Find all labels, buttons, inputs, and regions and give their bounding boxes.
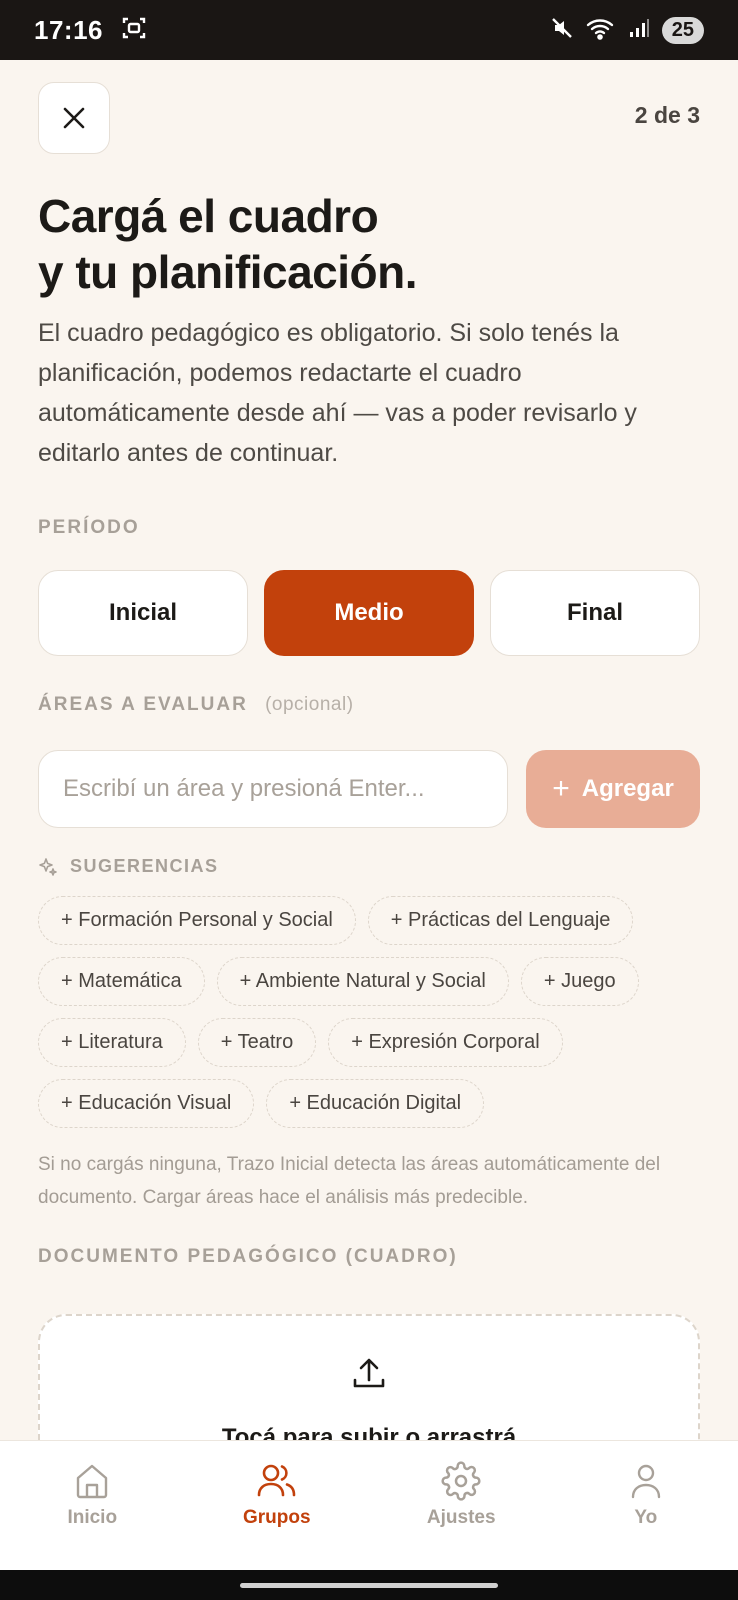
close-icon xyxy=(63,107,85,129)
suggestion-chip[interactable]: + Prácticas del Lenguaje xyxy=(367,896,634,945)
bottom-tab-bar: Inicio Grupos Ajustes Yo xyxy=(0,1440,738,1570)
plus-icon: + xyxy=(552,772,570,805)
signal-icon xyxy=(628,17,650,44)
period-option-medio[interactable]: Medio xyxy=(264,570,474,656)
title-line-1: Cargá el cuadro xyxy=(38,190,379,242)
user-icon xyxy=(631,1464,660,1499)
tab-label: Ajustes xyxy=(426,1507,496,1528)
main-content: 2 de 3 Cargá el cuadro y tu planificació… xyxy=(0,60,738,1440)
upload-dropzone[interactable]: Tocá para subir o arrastrá xyxy=(38,1314,700,1440)
tab-grupos[interactable]: Grupos xyxy=(185,1441,370,1570)
tab-label: Grupos xyxy=(242,1507,311,1528)
areas-optional-text: (opcional) xyxy=(265,694,354,715)
status-time: 17:16 xyxy=(34,14,103,45)
suggestions-label-text: SUGERENCIAS xyxy=(70,856,219,876)
suggestions-label: SUGERENCIAS xyxy=(38,856,219,877)
home-icon xyxy=(77,1464,108,1499)
upload-icon xyxy=(353,1358,385,1388)
home-gesture-bar[interactable] xyxy=(240,1583,498,1588)
upload-text: Tocá para subir o arrastrá xyxy=(221,1424,517,1440)
step-indicator: 2 de 3 xyxy=(634,102,700,128)
wifi-icon xyxy=(586,16,616,45)
tab-yo[interactable]: Yo xyxy=(554,1441,738,1570)
screenshot-icon xyxy=(121,15,147,46)
mute-icon xyxy=(550,16,574,45)
suggestion-chip[interactable]: + Formación Personal y Social xyxy=(38,896,356,945)
suggestion-chip[interactable]: + Educación Visual xyxy=(38,1079,255,1128)
period-option-inicial[interactable]: Inicial xyxy=(38,570,248,656)
tab-label: Inicio xyxy=(67,1507,118,1528)
tab-inicio[interactable]: Inicio xyxy=(0,1441,185,1570)
period-label: PERÍODO xyxy=(38,517,140,538)
suggestion-chip[interactable]: + Educación Digital xyxy=(266,1079,485,1128)
gear-icon xyxy=(441,1461,481,1501)
page-title: Cargá el cuadro y tu planificación. xyxy=(38,188,418,300)
period-selector: Inicial Medio Final xyxy=(38,570,700,656)
areas-label: ÁREAS A EVALUAR (opcional) xyxy=(38,694,354,716)
areas-hint: Si no cargás ninguna, Trazo Inicial dete… xyxy=(38,1154,661,1208)
page-description: El cuadro pedagógico es obligatorio. Si … xyxy=(38,319,637,467)
suggestion-chips: + Formación Personal y Social + Práctica… xyxy=(38,896,710,1128)
battery-indicator: 25 xyxy=(661,16,704,44)
add-area-label: Agregar xyxy=(581,775,674,802)
suggestion-chip[interactable]: + Ambiente Natural y Social xyxy=(216,957,509,1006)
close-button[interactable] xyxy=(38,82,110,154)
period-option-final[interactable]: Final xyxy=(490,570,700,656)
areas-label-text: ÁREAS A EVALUAR xyxy=(38,694,248,715)
document-label: DOCUMENTO PEDAGÓGICO (CUADRO) xyxy=(38,1246,458,1267)
sparkles-icon xyxy=(39,857,57,876)
suggestion-chip[interactable]: + Matemática xyxy=(38,957,205,1006)
suggestion-chip[interactable]: + Juego xyxy=(520,957,639,1006)
area-input[interactable] xyxy=(38,750,508,828)
tab-ajustes[interactable]: Ajustes xyxy=(369,1441,554,1570)
suggestion-chip[interactable]: + Teatro xyxy=(197,1018,317,1067)
suggestion-chip[interactable]: + Expresión Corporal xyxy=(328,1018,563,1067)
status-bar: 17:16 25 xyxy=(0,0,738,60)
tab-label: Yo xyxy=(634,1507,658,1528)
system-nav-bar xyxy=(0,1570,738,1600)
users-icon xyxy=(257,1464,296,1497)
add-area-button[interactable]: + Agregar xyxy=(526,750,700,828)
title-line-2: y tu planificación. xyxy=(38,246,418,298)
suggestion-chip[interactable]: + Literatura xyxy=(38,1018,186,1067)
